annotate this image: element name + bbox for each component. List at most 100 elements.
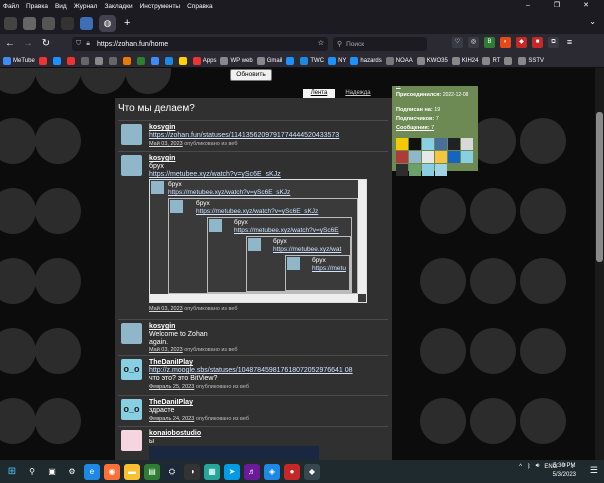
bookmark-item[interactable] — [94, 56, 105, 65]
avatar[interactable] — [121, 155, 142, 176]
tab-feed[interactable]: Лента — [303, 89, 335, 98]
tab-5[interactable] — [80, 16, 93, 30]
post-date[interactable]: Май 03, 2023 — [149, 347, 183, 353]
menu-history[interactable]: Журнал — [74, 3, 98, 10]
tab-3[interactable] — [42, 16, 55, 30]
reload-button[interactable]: ↻ — [38, 36, 54, 52]
avatar[interactable] — [422, 138, 434, 150]
lock-icon[interactable]: 🔒︎ — [86, 40, 90, 48]
menu-icon[interactable]: ≡ — [564, 37, 575, 48]
tab-4[interactable] — [61, 16, 74, 30]
profile-posts[interactable]: Сообщения: 7 — [396, 125, 434, 131]
menu-bookmarks[interactable]: Закладки — [104, 3, 132, 10]
post-link[interactable]: https://metubee.xyz/watch?v=ySc6E_sKJz — [149, 171, 281, 178]
tab-list-button[interactable]: ⌄ — [589, 17, 596, 26]
bluetooth-icon[interactable]: ᛒ — [527, 464, 531, 470]
forward-button[interactable]: → — [20, 36, 36, 52]
bookmark-item[interactable] — [38, 56, 49, 65]
bookmark-item[interactable] — [136, 56, 147, 65]
url-text[interactable]: https://zohan.fun/home — [97, 41, 168, 48]
avatar[interactable] — [461, 138, 473, 150]
avatar[interactable] — [121, 323, 142, 344]
bookmark-item[interactable] — [52, 56, 63, 65]
avatar[interactable] — [461, 151, 473, 163]
avatar[interactable] — [121, 124, 142, 145]
bookmark-item[interactable]: KIH24 — [451, 56, 478, 65]
post-date[interactable]: Февраль 24, 2023 — [149, 416, 194, 422]
ext-icon-1[interactable]: ◎ — [468, 37, 479, 48]
ext-icon-3[interactable]: ◐ — [500, 37, 511, 48]
back-button[interactable]: ← — [2, 36, 18, 52]
post-author[interactable]: kosygin — [149, 323, 175, 330]
post-author[interactable]: TheDaniIPlay — [149, 399, 193, 406]
post-media-preview[interactable] — [149, 446, 319, 460]
new-tab-button[interactable]: + — [124, 17, 130, 29]
settings-icon[interactable]: ⚙ — [64, 464, 80, 480]
minimize-button[interactable]: – — [517, 0, 539, 12]
app-icon-6[interactable]: ◆ — [304, 463, 320, 480]
bookmark-item[interactable]: Gmail — [256, 56, 282, 65]
bookmark-item[interactable] — [164, 56, 175, 65]
bookmark-item[interactable]: NOAA — [385, 56, 413, 65]
bookmark-item[interactable] — [286, 56, 296, 65]
bookmark-item[interactable]: SSTV — [518, 56, 544, 65]
menu-help[interactable]: Справка — [187, 3, 213, 10]
bookmark-item[interactable] — [150, 56, 161, 65]
clock[interactable]: 5:30 PM 5/3/2023 — [553, 462, 576, 480]
url-bar[interactable]: ⛉ 🔒︎ https://zohan.fun/home ☆ — [72, 37, 328, 51]
task-view-icon[interactable]: ▣ — [44, 464, 60, 480]
avatar[interactable]: o_o — [121, 399, 142, 420]
notifications-icon[interactable]: ☰ — [590, 465, 598, 476]
embedded-post-frame[interactable]: брух https://metubee.xyz/watch?v=ySc6E б… — [207, 217, 352, 293]
bookmark-item[interactable] — [504, 56, 514, 65]
profile-following[interactable]: Подписан на: 19 — [396, 107, 440, 113]
profile-name[interactable]: ... — [396, 83, 401, 89]
page-scrollbar[interactable] — [595, 68, 604, 460]
embed-link[interactable]: https://metubee.xyz/watch?v=ySc6E — [234, 227, 339, 234]
bookmark-item[interactable]: hazards — [350, 56, 382, 65]
embed-link[interactable]: https://metu — [312, 265, 346, 272]
bookmark-star-icon[interactable]: ☆ — [318, 39, 324, 47]
embedded-post-frame[interactable]: брух https://metubee.xyz/watch?v=ySc6E_s… — [149, 179, 367, 303]
menu-file[interactable]: Файл — [3, 3, 19, 10]
bookmark-item[interactable]: RT — [482, 56, 500, 65]
bookmark-item[interactable]: Apps — [192, 56, 216, 65]
ext-icon-2[interactable]: B — [484, 37, 495, 48]
tab-2[interactable] — [23, 16, 36, 30]
close-button[interactable]: ✕ — [575, 0, 597, 12]
bookmark-item[interactable] — [80, 56, 91, 65]
avatar[interactable] — [435, 151, 447, 163]
bookmark-item[interactable] — [178, 56, 189, 65]
post-link[interactable]: http://z.moogle.sbs/statuses/10487845981… — [149, 367, 353, 374]
post-date[interactable]: Май 03, 2023 — [149, 306, 183, 312]
embedded-post-frame[interactable]: брух https://metubee.xyz/wat брух https:… — [246, 236, 351, 292]
app-icon-5[interactable]: ● — [284, 463, 300, 480]
embed-vertical-scrollbar[interactable] — [358, 180, 366, 294]
bookmark-item[interactable]: MeTube — [3, 56, 35, 65]
menu-tools[interactable]: Инструменты — [140, 3, 181, 10]
tray-expand-icon[interactable]: ^ — [519, 464, 522, 470]
menu-view[interactable]: Вид — [55, 3, 67, 10]
avatar[interactable] — [435, 164, 447, 176]
embed-link[interactable]: https://metubee.xyz/watch?v=ySc6E_sKJz — [168, 189, 290, 196]
post-author[interactable]: TheDaniIPlay — [149, 359, 193, 366]
post-date[interactable]: Февраль 25, 2023 — [149, 384, 194, 390]
maximize-button[interactable]: ❐ — [546, 0, 568, 12]
avatar[interactable] — [121, 430, 142, 451]
bookmark-item[interactable] — [122, 56, 133, 65]
ext-icon-5[interactable]: ■ — [532, 37, 543, 48]
avatar[interactable] — [448, 151, 460, 163]
refresh-button[interactable]: Обновить — [230, 69, 272, 81]
avatar[interactable] — [396, 151, 408, 163]
post-date[interactable]: Май 03, 2023 — [149, 141, 183, 147]
tab-active[interactable]: ◍ — [99, 14, 116, 32]
search-bar[interactable]: ⚲ Поиск — [333, 37, 427, 51]
shield-icon[interactable]: ⛉ — [76, 40, 81, 48]
bookmark-item[interactable]: KWO35 — [416, 56, 448, 65]
profile-followers[interactable]: Подписчиков: 7 — [396, 116, 439, 122]
app-icon-2[interactable]: ▦ — [204, 463, 220, 480]
bookmark-item[interactable] — [66, 56, 77, 65]
embed-link[interactable]: https://metubee.xyz/wat — [273, 246, 341, 253]
embed-link[interactable]: https://metubee.xyz/watch?v=ySc6E_sKJz — [196, 208, 318, 215]
windows-start-icon[interactable]: ⊞ — [4, 464, 20, 480]
